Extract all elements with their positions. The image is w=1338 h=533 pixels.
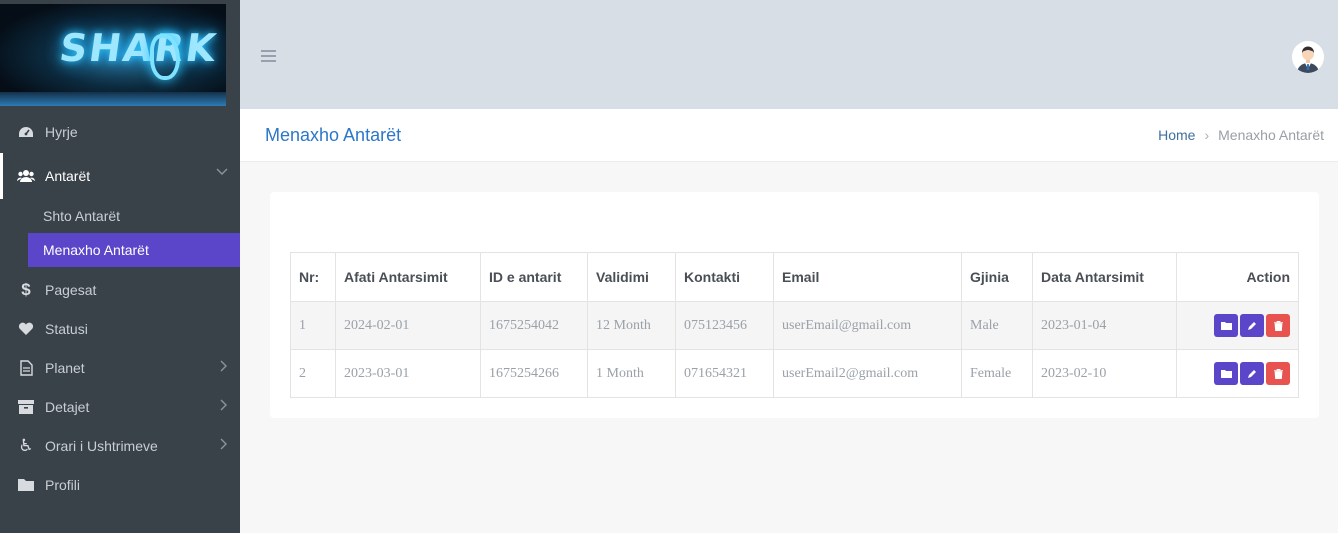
sidebar-subitem-label: Shto Antarët bbox=[43, 208, 121, 224]
sidebar-subitem-shto-antaret[interactable]: Shto Antarët bbox=[0, 199, 240, 233]
trash-icon bbox=[1273, 320, 1283, 332]
dollar-icon: $ bbox=[21, 279, 31, 299]
sidebar-item-label: Statusi bbox=[45, 320, 88, 337]
sidebar-item-label: Hyrje bbox=[45, 123, 78, 140]
sidebar-item-antaret[interactable]: Antarët bbox=[0, 153, 240, 199]
sidebar-item-statusi[interactable]: Statusi bbox=[0, 309, 240, 348]
sidebar: SHARK Hyrje Antarët Shto Antarët Menaxho… bbox=[0, 0, 240, 533]
sidebar-subitem-label: Menaxho Antarët bbox=[43, 242, 149, 258]
cell-gjinia: Female bbox=[961, 349, 1033, 398]
cell-email: userEmail2@gmail.com bbox=[773, 349, 962, 398]
sidebar-item-label: Planet bbox=[45, 359, 85, 376]
menu-toggle-icon[interactable] bbox=[261, 46, 276, 67]
logo-text: SHARK bbox=[56, 26, 221, 70]
edit-button[interactable] bbox=[1240, 362, 1264, 385]
sidebar-item-label: Profili bbox=[45, 476, 81, 493]
breadcrumb-current: Menaxho Antarët bbox=[1218, 127, 1324, 143]
trash-icon bbox=[1273, 368, 1283, 380]
cell-actions bbox=[1176, 349, 1299, 398]
column-header-nr[interactable]: Nr: bbox=[290, 252, 336, 302]
shark-fin-graphic bbox=[150, 34, 180, 80]
cell-validimi: 12 Month bbox=[587, 301, 676, 350]
breadcrumb-separator-icon: › bbox=[1204, 127, 1210, 143]
folder-open-icon bbox=[1220, 322, 1232, 331]
chevron-right-icon bbox=[220, 438, 228, 453]
members-card: Nr: Afati Antarsimit ID e antarit Validi… bbox=[270, 192, 1319, 418]
brand-logo[interactable]: SHARK bbox=[0, 4, 226, 106]
sidebar-item-planet[interactable]: Planet bbox=[0, 348, 240, 387]
folder-icon bbox=[17, 476, 35, 494]
page-title: Menaxho Antarët bbox=[265, 125, 402, 145]
column-header-id[interactable]: ID e antarit bbox=[480, 252, 588, 302]
sidebar-item-label: Detajet bbox=[45, 398, 90, 415]
chevron-down-icon bbox=[216, 165, 228, 179]
cell-validimi: 1 Month bbox=[587, 349, 676, 398]
cell-data-antarsimit: 2023-01-04 bbox=[1032, 301, 1177, 350]
column-header-action: Action bbox=[1176, 252, 1299, 302]
column-header-email[interactable]: Email bbox=[773, 252, 962, 302]
pencil-icon bbox=[1248, 369, 1256, 378]
cell-afati: 2024-02-01 bbox=[335, 301, 481, 350]
cell-afati: 2023-03-01 bbox=[335, 349, 481, 398]
sidebar-item-orari-i-ushtrimeve[interactable]: ♿ Orari i Ushtrimeve bbox=[0, 426, 240, 465]
column-header-kontakti[interactable]: Kontakti bbox=[675, 252, 774, 302]
breadcrumb-home-link[interactable]: Home bbox=[1158, 127, 1195, 143]
wheelchair-icon: ♿ bbox=[18, 435, 34, 455]
delete-button[interactable] bbox=[1266, 314, 1290, 337]
table-row: 2 2023-03-01 1675254266 1 Month 07165432… bbox=[290, 349, 1299, 398]
folder-open-icon bbox=[1220, 370, 1232, 379]
column-header-validimi[interactable]: Validimi bbox=[587, 252, 676, 302]
cell-nr: 2 bbox=[290, 349, 336, 398]
table-header-row: Nr: Afati Antarsimit ID e antarit Validi… bbox=[290, 252, 1299, 302]
sidebar-subitem-menaxho-antaret[interactable]: Menaxho Antarët bbox=[28, 233, 240, 267]
heart-icon bbox=[17, 320, 35, 338]
view-button[interactable] bbox=[1214, 314, 1238, 337]
cell-gjinia: Male bbox=[961, 301, 1033, 350]
sidebar-menu: Hyrje Antarët Shto Antarët Menaxho Antar… bbox=[0, 112, 240, 504]
sidebar-item-label: Pagesat bbox=[45, 281, 97, 298]
cell-id: 1675254042 bbox=[480, 301, 588, 350]
user-avatar[interactable] bbox=[1292, 41, 1324, 73]
sidebar-item-hyrje[interactable]: Hyrje bbox=[0, 112, 240, 151]
members-table: Nr: Afati Antarsimit ID e antarit Validi… bbox=[290, 252, 1299, 398]
cell-id: 1675254266 bbox=[480, 349, 588, 398]
sidebar-item-profili[interactable]: Profili bbox=[0, 465, 240, 504]
pencil-icon bbox=[1248, 321, 1256, 330]
cell-nr: 1 bbox=[290, 301, 336, 350]
sidebar-item-label: Orari i Ushtrimeve bbox=[45, 437, 158, 454]
sidebar-item-pagesat[interactable]: $ Pagesat bbox=[0, 270, 240, 309]
cell-actions bbox=[1176, 301, 1299, 350]
column-header-afati-antarsimit[interactable]: Afati Antarsimit bbox=[335, 252, 481, 302]
breadcrumb: Home › Menaxho Antarët bbox=[1158, 127, 1324, 143]
cell-email: userEmail@gmail.com bbox=[773, 301, 962, 350]
top-navbar bbox=[240, 0, 1338, 109]
edit-button[interactable] bbox=[1240, 314, 1264, 337]
delete-button[interactable] bbox=[1266, 362, 1290, 385]
column-header-data-antarsimit[interactable]: Data Antarsimit bbox=[1032, 252, 1177, 302]
sidebar-item-detajet[interactable]: Detajet bbox=[0, 387, 240, 426]
chevron-right-icon bbox=[220, 360, 228, 375]
view-button[interactable] bbox=[1214, 362, 1238, 385]
cell-data-antarsimit: 2023-02-10 bbox=[1032, 349, 1177, 398]
logo-floor bbox=[0, 92, 226, 106]
cell-kontakti: 071654321 bbox=[675, 349, 774, 398]
chevron-right-icon bbox=[220, 399, 228, 414]
dashboard-icon bbox=[17, 123, 35, 141]
document-icon bbox=[17, 359, 35, 377]
page-header: Menaxho Antarët Home › Menaxho Antarët bbox=[240, 109, 1338, 162]
column-header-gjinia[interactable]: Gjinia bbox=[961, 252, 1033, 302]
cell-kontakti: 075123456 bbox=[675, 301, 774, 350]
users-icon bbox=[17, 167, 35, 185]
archive-icon bbox=[17, 398, 35, 416]
sidebar-item-label: Antarët bbox=[45, 168, 91, 184]
table-row: 1 2024-02-01 1675254042 12 Month 0751234… bbox=[290, 301, 1299, 350]
